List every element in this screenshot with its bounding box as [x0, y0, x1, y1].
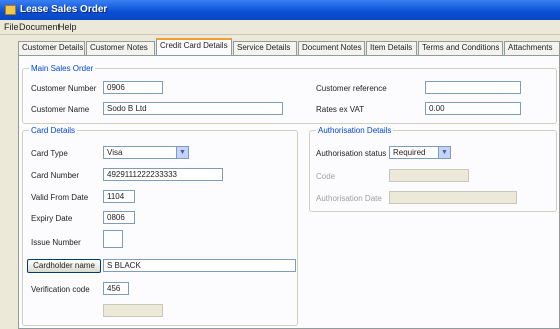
customer-number-field[interactable]: 0906: [103, 81, 163, 94]
verification-code-label: Verification code: [31, 285, 90, 294]
tab-strip: Customer Details Customer Notes Credit C…: [18, 37, 560, 55]
authorisation-status-value: Required: [393, 148, 426, 157]
authorisation-legend: Authorisation Details: [318, 126, 392, 135]
tab-customer-details[interactable]: Customer Details: [18, 41, 85, 55]
tab-item-details[interactable]: Item Details: [366, 41, 417, 55]
customer-reference-label: Customer reference: [316, 84, 387, 93]
valid-from-field[interactable]: 1104: [103, 190, 135, 203]
disabled-field: [103, 304, 163, 317]
tab-credit-card-details[interactable]: Credit Card Details: [156, 38, 232, 55]
rates-vat-label: Rates ex VAT: [316, 105, 365, 114]
menu-document[interactable]: Document: [19, 22, 60, 32]
card-details-legend: Card Details: [31, 126, 76, 135]
rates-vat-field[interactable]: 0.00: [425, 102, 521, 115]
tab-customer-notes[interactable]: Customer Notes: [86, 41, 155, 55]
customer-name-field[interactable]: Sodo B Ltd: [103, 102, 283, 115]
customer-number-label: Customer Number: [31, 84, 97, 93]
tab-attachments[interactable]: Attachments: [504, 41, 560, 55]
main-sales-order-legend: Main Sales Order: [31, 64, 94, 73]
tab-document-notes[interactable]: Document Notes: [298, 41, 365, 55]
card-number-label: Card Number: [31, 171, 80, 180]
valid-from-label: Valid From Date: [31, 193, 89, 202]
menu-help[interactable]: Help: [58, 22, 77, 32]
customer-reference-field[interactable]: [425, 81, 521, 94]
card-type-select[interactable]: Visa ▼: [103, 146, 189, 159]
tab-service-details[interactable]: Service Details: [233, 41, 297, 55]
expiry-date-field[interactable]: 0806: [103, 211, 135, 224]
chevron-down-icon[interactable]: ▼: [176, 147, 188, 158]
authorisation-date-field: [389, 191, 517, 204]
card-type-value: Visa: [107, 148, 123, 157]
cardholder-name-field[interactable]: S BLACK: [103, 259, 296, 272]
authorisation-date-label: Authorisation Date: [316, 194, 382, 203]
app-icon: [5, 5, 16, 15]
authorisation-status-label: Authorisation status: [316, 149, 387, 158]
verification-code-field[interactable]: 456: [103, 282, 129, 295]
expiry-date-label: Expiry Date: [31, 214, 73, 223]
tab-terms-and-conditions[interactable]: Terms and Conditions: [418, 41, 503, 55]
issue-number-field[interactable]: [103, 230, 123, 248]
customer-name-label: Customer Name: [31, 105, 90, 114]
window-title: Lease Sales Order: [20, 4, 108, 15]
authorisation-status-select[interactable]: Required ▼: [389, 146, 451, 159]
title-bar: Lease Sales Order: [0, 0, 560, 20]
menu-bar: File Document Help: [0, 20, 560, 35]
authorisation-code-label: Code: [316, 172, 336, 181]
tab-panel: Main Sales Order Customer Number 0906 Cu…: [18, 55, 560, 329]
menu-file[interactable]: File: [4, 22, 19, 32]
cardholder-name-button[interactable]: Cardholder name: [27, 259, 101, 273]
card-type-label: Card Type: [31, 149, 68, 158]
chevron-down-icon[interactable]: ▼: [438, 147, 450, 158]
card-number-field[interactable]: 4929111222233333: [103, 168, 223, 181]
issue-number-label: Issue Number: [31, 238, 81, 247]
main-sales-order-group: Main Sales Order: [22, 64, 557, 124]
authorisation-code-field: [389, 169, 469, 182]
